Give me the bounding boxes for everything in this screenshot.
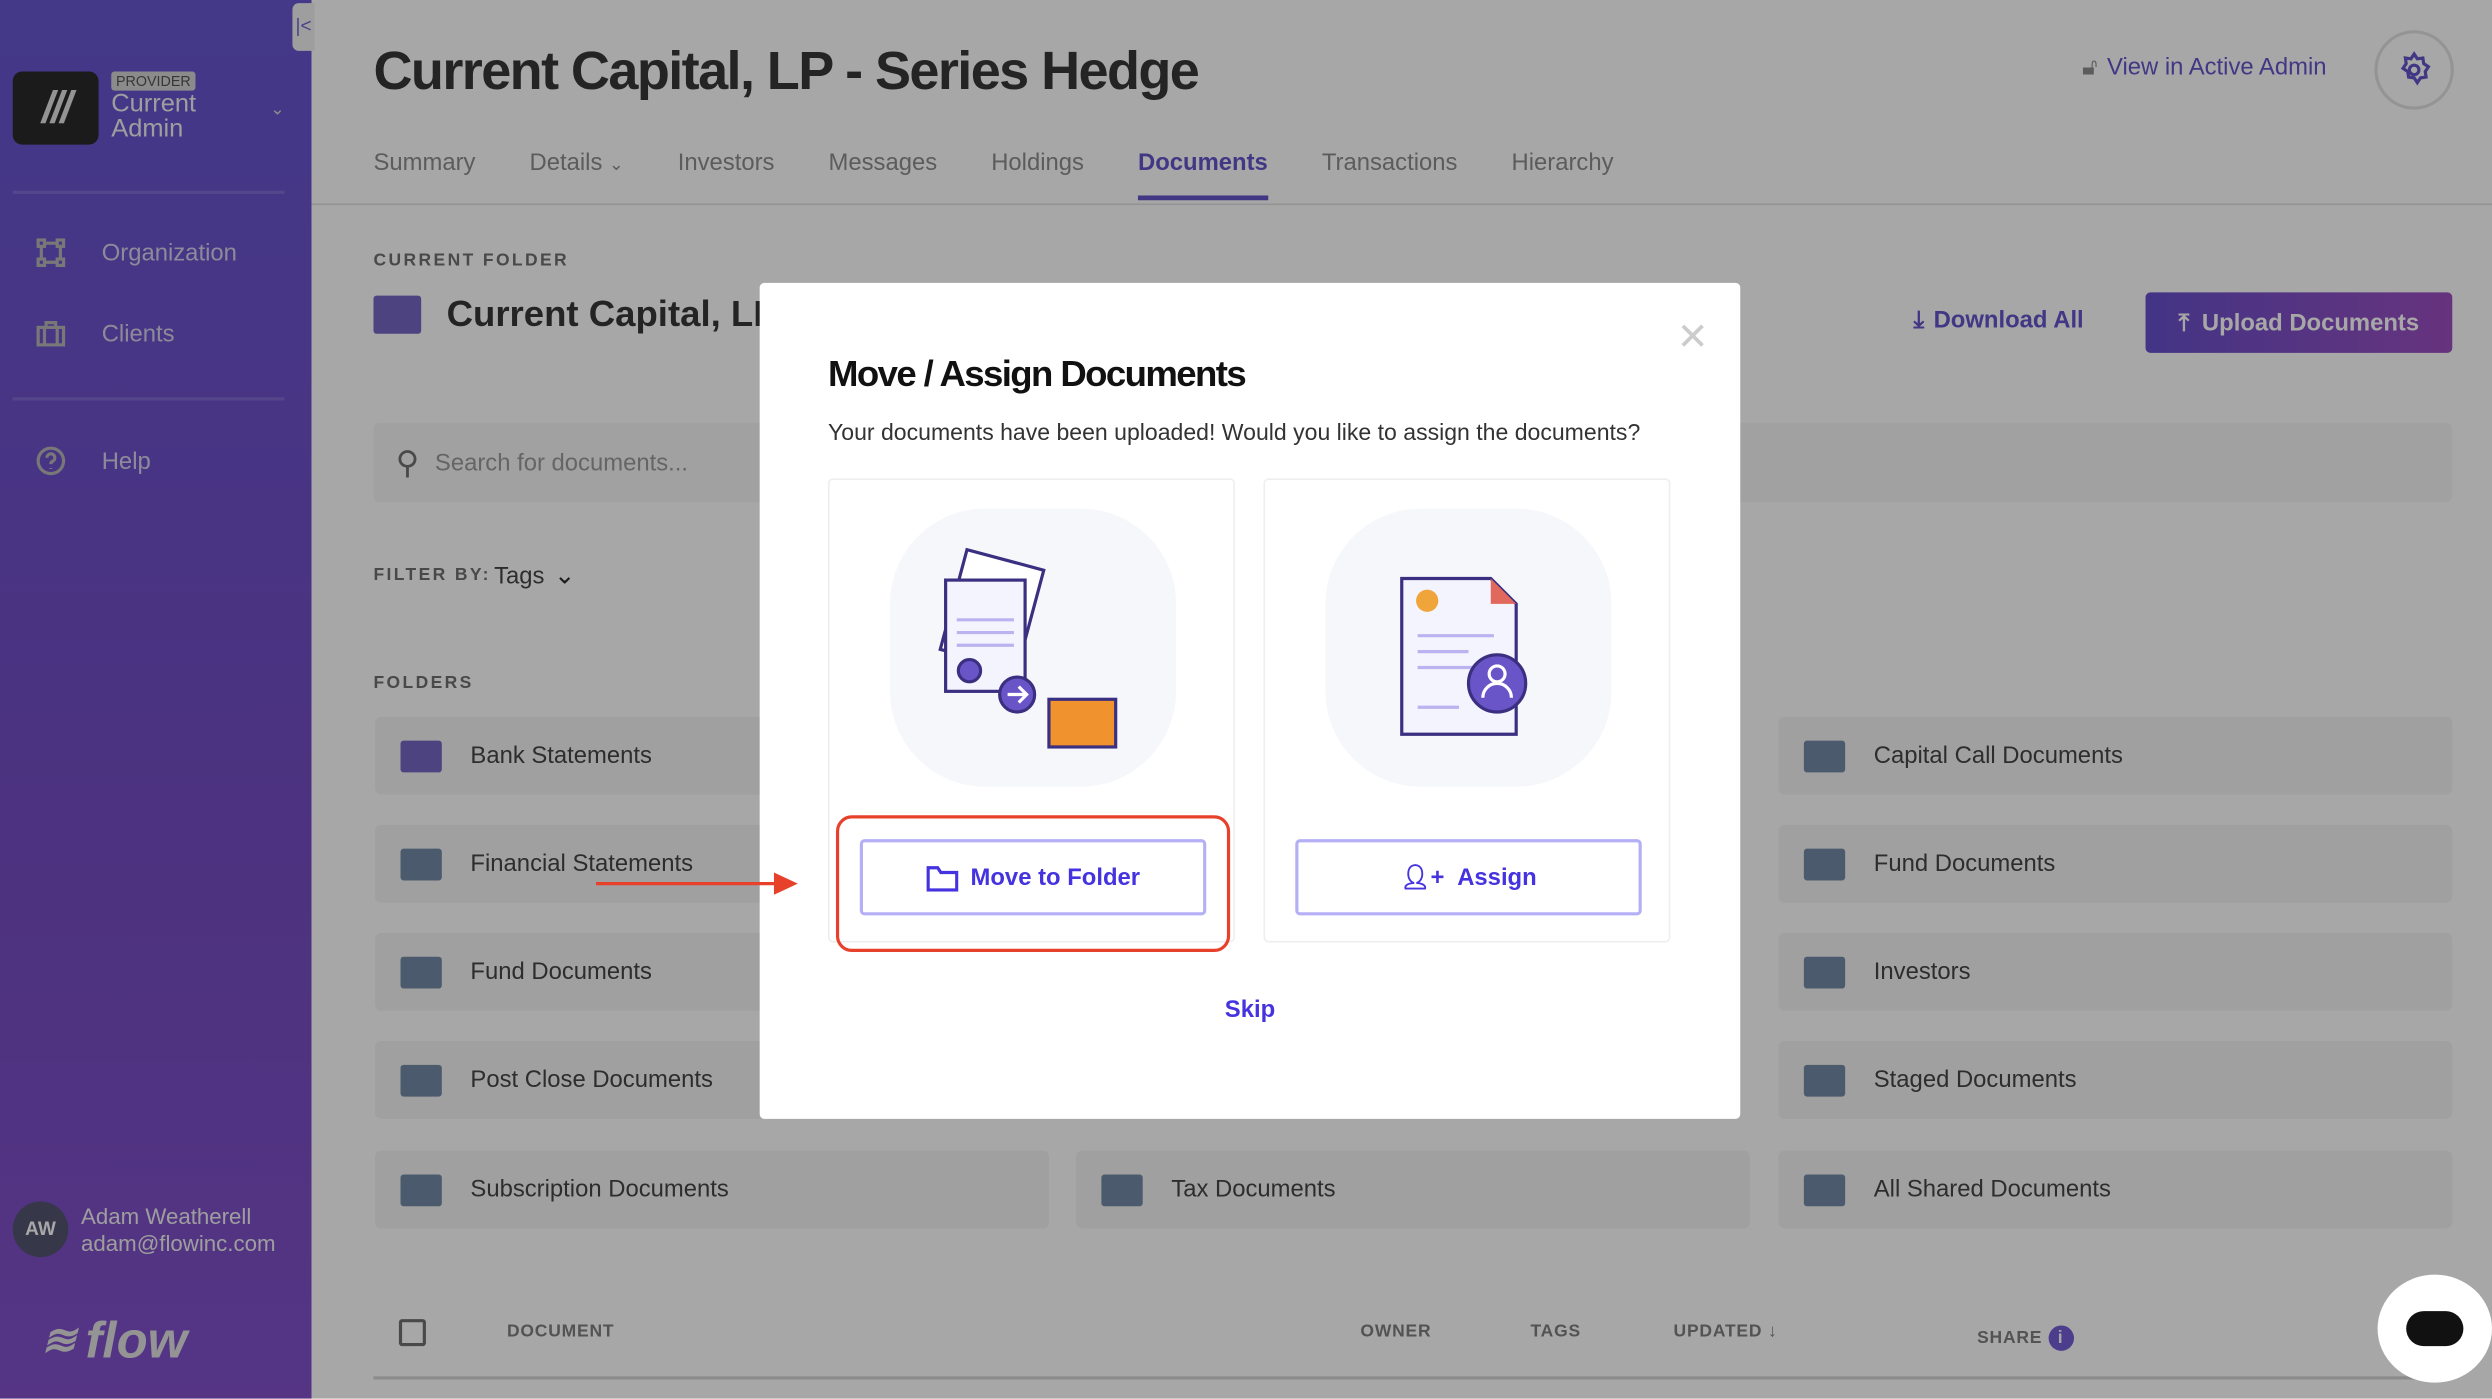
skip-label[interactable]: Skip xyxy=(1225,996,1275,1023)
assign-option-card: 👤︎+ Assign xyxy=(1263,478,1671,943)
skip-link: Skip xyxy=(760,996,1741,1023)
highlight-annotation xyxy=(835,815,1231,952)
add-user-icon: 👤︎+ xyxy=(1400,864,1445,892)
modal-subtitle: Your documents have been uploaded! Would… xyxy=(828,421,1641,447)
arrow-annotation-icon xyxy=(595,872,798,895)
assign-document-illustration xyxy=(1325,508,1612,787)
assign-button[interactable]: 👤︎+ Assign xyxy=(1295,839,1642,916)
chat-icon xyxy=(2406,1311,2464,1347)
modal-title: Move / Assign Documents xyxy=(828,352,1247,395)
assign-label: Assign xyxy=(1457,863,1537,891)
chat-button[interactable] xyxy=(2377,1274,2492,1383)
move-assign-modal: ✕ Move / Assign Documents Your documents… xyxy=(759,282,1741,1119)
close-icon[interactable]: ✕ xyxy=(1677,315,1709,361)
move-documents-illustration xyxy=(890,508,1177,787)
